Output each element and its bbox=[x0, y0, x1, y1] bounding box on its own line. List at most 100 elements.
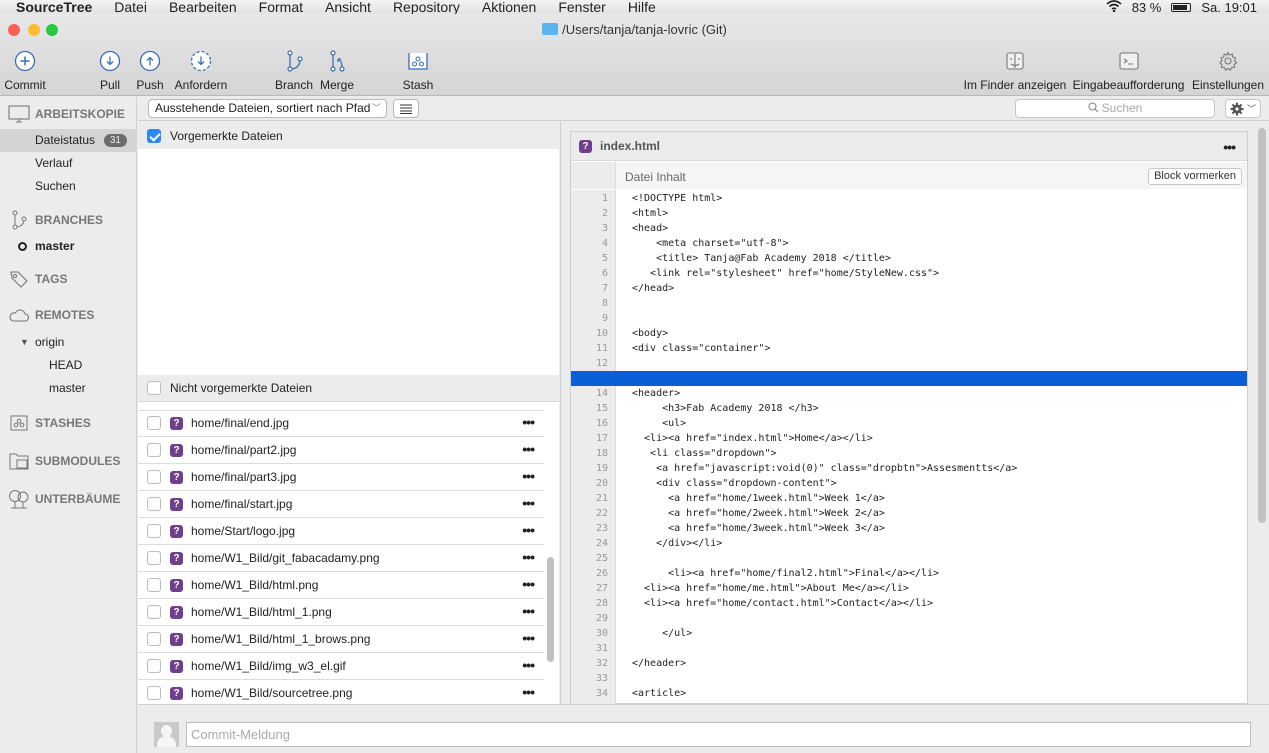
code-line[interactable]: 11 <div class="container"> bbox=[571, 341, 1247, 356]
file-row[interactable]: ? home/W1_Bild/img_w3_el.gif ••• bbox=[138, 653, 544, 680]
code-line[interactable]: 26 <li><a href="home/final2.html">Final<… bbox=[571, 566, 1247, 581]
code-line[interactable]: 7 </head> bbox=[571, 281, 1247, 296]
file-more-options-icon[interactable]: ••• bbox=[522, 523, 535, 537]
code-line[interactable]: 2 <html> bbox=[571, 206, 1247, 221]
menu-fenster[interactable]: Fenster bbox=[558, 0, 605, 14]
sidebar-item-search[interactable]: Suchen bbox=[0, 175, 137, 198]
search-input[interactable]: Suchen bbox=[1015, 99, 1215, 118]
sort-mode-select[interactable]: Ausstehende Dateien, sortiert nach Pfad … bbox=[148, 99, 387, 118]
code-line[interactable]: 24 </div></li> bbox=[571, 536, 1247, 551]
pull-button[interactable]: Pull bbox=[96, 48, 124, 92]
menu-ansicht[interactable]: Ansicht bbox=[325, 0, 371, 14]
code-line[interactable]: 14 <header> bbox=[571, 386, 1247, 401]
file-stage-checkbox[interactable] bbox=[147, 497, 161, 511]
file-row[interactable]: ? home/final/part3.jpg ••• bbox=[138, 464, 544, 491]
file-stage-checkbox[interactable] bbox=[147, 443, 161, 457]
sidebar-item-remote-head[interactable]: HEAD bbox=[0, 354, 137, 377]
sidebar-section-stashes[interactable]: STASHES bbox=[8, 415, 91, 431]
code-line[interactable]: 22 <a href="home/2week.html">Week 2</a> bbox=[571, 506, 1247, 521]
file-stage-checkbox[interactable] bbox=[147, 578, 161, 592]
branch-button[interactable]: Branch bbox=[274, 48, 314, 92]
file-more-options-icon[interactable]: ••• bbox=[522, 685, 535, 699]
sidebar-section-remotes[interactable]: REMOTES bbox=[8, 308, 94, 322]
file-more-options-icon[interactable]: ••• bbox=[522, 550, 535, 564]
commit-message-input[interactable]: Commit-Meldung bbox=[186, 722, 1251, 747]
file-row[interactable]: ? home/W1_Bild/sourcetree.png ••• bbox=[138, 680, 544, 704]
file-more-options-icon[interactable]: ••• bbox=[522, 577, 535, 591]
file-row[interactable]: ? home/Start/logo.jpg ••• bbox=[138, 518, 544, 545]
sidebar-section-branches[interactable]: BRANCHES bbox=[8, 210, 103, 230]
stash-button[interactable]: Stash bbox=[400, 48, 436, 92]
code-line[interactable]: 34 <article> bbox=[571, 686, 1247, 701]
list-view-button[interactable] bbox=[393, 99, 419, 118]
staged-select-all-checkbox[interactable] bbox=[147, 128, 161, 143]
code-line[interactable]: 12 bbox=[571, 356, 1247, 371]
sidebar-item-branch-master[interactable]: master bbox=[0, 235, 137, 258]
file-more-options-icon[interactable]: ••• bbox=[522, 496, 535, 510]
file-stage-checkbox[interactable] bbox=[147, 416, 161, 430]
merge-button[interactable]: Merge bbox=[319, 48, 355, 92]
code-line[interactable]: 15 <h3>Fab Academy 2018 </h3> bbox=[571, 401, 1247, 416]
code-line[interactable]: 1 <!DOCTYPE html> bbox=[571, 191, 1247, 206]
battery-icon[interactable] bbox=[1171, 3, 1192, 12]
file-row[interactable]: ? home/W1_Bild/html_1.png ••• bbox=[138, 599, 544, 626]
file-stage-checkbox[interactable] bbox=[147, 524, 161, 538]
code-line[interactable]: 20 <div class="dropdown-content"> bbox=[571, 476, 1247, 491]
code-line[interactable]: 25 bbox=[571, 551, 1247, 566]
sidebar-section-workspace[interactable]: ARBEITSKOPIE bbox=[8, 105, 125, 123]
file-row[interactable]: ? home/final/start.jpg ••• bbox=[138, 491, 544, 518]
menu-bearbeiten[interactable]: Bearbeiten bbox=[169, 0, 237, 14]
code-line[interactable]: 32 </header> bbox=[571, 656, 1247, 671]
actions-gear-dropdown[interactable]: ﹀ bbox=[1225, 99, 1261, 118]
code-line[interactable]: 23 <a href="home/3week.html">Week 3</a> bbox=[571, 521, 1247, 536]
show-in-finder-button[interactable]: Im Finder anzeigen bbox=[962, 48, 1068, 92]
code-view[interactable]: 1 <!DOCTYPE html> 2 <html> 3 <head> 4 <meta ch… bbox=[571, 190, 1247, 704]
sidebar-section-tags[interactable]: TAGS bbox=[8, 270, 67, 288]
clock[interactable]: Sa. 19:01 bbox=[1201, 0, 1257, 14]
code-line[interactable]: 21 <a href="home/1week.html">Week 1</a> bbox=[571, 491, 1247, 506]
file-row[interactable]: ? home/final/end.jpg ••• bbox=[138, 410, 544, 437]
diff-more-options-icon[interactable]: ••• bbox=[1223, 140, 1236, 154]
file-stage-checkbox[interactable] bbox=[147, 551, 161, 565]
code-line[interactable]: 16 <ul> bbox=[571, 416, 1247, 431]
sidebar-section-submodules[interactable]: SUBMODULES bbox=[8, 452, 120, 470]
sidebar-item-remote-origin[interactable]: ▼ origin bbox=[0, 331, 137, 354]
code-line[interactable]: 28 <li><a href="home/contact.html">Conta… bbox=[571, 596, 1247, 611]
file-more-options-icon[interactable]: ••• bbox=[522, 442, 535, 456]
menu-format[interactable]: Format bbox=[259, 0, 303, 14]
code-line[interactable]: 9 bbox=[571, 311, 1247, 326]
diff-scrollbar[interactable] bbox=[1258, 128, 1266, 523]
file-stage-checkbox[interactable] bbox=[147, 470, 161, 484]
push-button[interactable]: Push bbox=[136, 48, 164, 92]
file-more-options-icon[interactable]: ••• bbox=[522, 469, 535, 483]
sidebar-item-file-status[interactable]: Dateistatus 31 bbox=[0, 129, 137, 152]
code-line[interactable]: 4 <meta charset="utf-8"> bbox=[571, 236, 1247, 251]
file-row-partial[interactable] bbox=[138, 384, 544, 411]
file-more-options-icon[interactable]: ••• bbox=[522, 658, 535, 672]
code-line[interactable]: 31 bbox=[571, 641, 1247, 656]
file-list-scrollbar[interactable] bbox=[547, 557, 554, 662]
file-row[interactable]: ? home/W1_Bild/html_1_brows.png ••• bbox=[138, 626, 544, 653]
stage-hunk-button[interactable]: Block vormerken bbox=[1148, 168, 1242, 185]
code-line[interactable]: 6 <link rel="stylesheet" href="home/Styl… bbox=[571, 266, 1247, 281]
settings-button[interactable]: Einstellungen bbox=[1190, 48, 1266, 92]
menu-repository[interactable]: Repository bbox=[393, 0, 460, 14]
file-stage-checkbox[interactable] bbox=[147, 686, 161, 700]
disclosure-triangle-icon[interactable]: ▼ bbox=[20, 331, 29, 354]
file-stage-checkbox[interactable] bbox=[147, 659, 161, 673]
menu-aktionen[interactable]: Aktionen bbox=[482, 0, 536, 14]
file-more-options-icon[interactable]: ••• bbox=[522, 604, 535, 618]
file-more-options-icon[interactable]: ••• bbox=[522, 631, 535, 645]
wifi-icon[interactable] bbox=[1106, 0, 1122, 14]
sidebar-item-remote-master[interactable]: master bbox=[0, 377, 137, 400]
code-line[interactable]: 5 <title> Tanja@Fab Academy 2018 </title… bbox=[571, 251, 1247, 266]
file-stage-checkbox[interactable] bbox=[147, 605, 161, 619]
code-line[interactable]: 8 bbox=[571, 296, 1247, 311]
file-stage-checkbox[interactable] bbox=[147, 632, 161, 646]
code-line[interactable]: 27 <li><a href="home/me.html">About Me</… bbox=[571, 581, 1247, 596]
code-line[interactable]: 19 <a href="javascript:void(0)" class="d… bbox=[571, 461, 1247, 476]
file-row[interactable]: ? home/W1_Bild/git_fabacadamy.png ••• bbox=[138, 545, 544, 572]
menu-app-sourcetree[interactable]: SourceTree bbox=[16, 0, 92, 14]
code-line[interactable]: 17 <li><a href="index.html">Home</a></li… bbox=[571, 431, 1247, 446]
sidebar-item-history[interactable]: Verlauf bbox=[0, 152, 137, 175]
